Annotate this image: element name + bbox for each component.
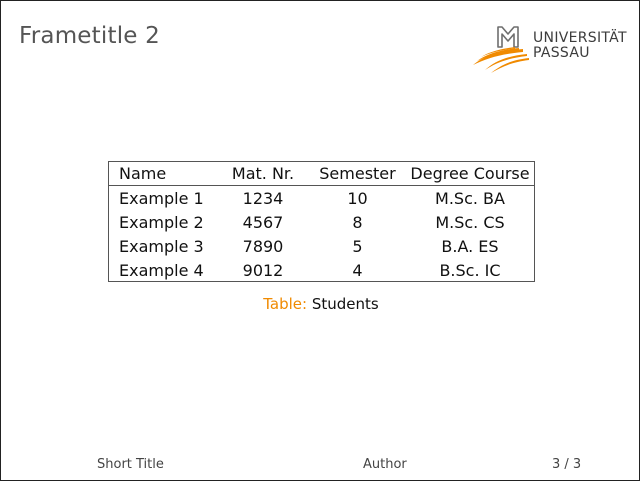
frame-title: Frametitle 2 (19, 23, 160, 49)
university-logo: UNIVERSITÄT PASSAU (471, 21, 631, 73)
cell-mat-nr: 9012 (242, 260, 284, 280)
cell-degree-course: M.Sc. BA (435, 188, 505, 208)
cell-semester: 4 (352, 260, 363, 280)
students-table: Name Mat. Nr. Semester Degree Course Exa… (109, 162, 534, 282)
cell-name: Example 4 (119, 260, 204, 280)
cell-semester: 5 (352, 236, 363, 256)
table-row: Example 2 4567 8 M.Sc. CS (109, 210, 534, 234)
header-name: Name (119, 164, 167, 183)
cell-semester: 10 (347, 188, 368, 208)
cell-degree-course: M.Sc. CS (435, 212, 505, 232)
cell-name: Example 1 (119, 188, 204, 208)
cell-name: Example 3 (119, 236, 204, 256)
logo-line-2: PASSAU (533, 45, 590, 61)
caption-text: Students (311, 295, 379, 313)
table-row: Example 4 9012 4 B.Sc. IC (109, 258, 534, 282)
table-header-row: Name Mat. Nr. Semester Degree Course (109, 162, 534, 186)
passau-logo-icon (473, 26, 529, 73)
cell-degree-course: B.A. ES (441, 236, 499, 256)
table-row: Example 3 7890 5 B.A. ES (109, 234, 534, 258)
logo-line-1: UNIVERSITÄT (533, 30, 627, 46)
cell-mat-nr: 1234 (242, 188, 284, 208)
cell-degree-course: B.Sc. IC (439, 260, 501, 280)
footer-page-number: 3 / 3 (552, 457, 582, 472)
header-degree-course: Degree Course (410, 164, 530, 183)
header-mat-nr: Mat. Nr. (231, 164, 295, 183)
cell-name: Example 2 (119, 212, 204, 232)
table-caption: Table: Students (1, 295, 640, 313)
logo-wordmark: UNIVERSITÄT PASSAU (533, 31, 627, 61)
header-semester: Semester (319, 164, 396, 183)
students-table-box: Name Mat. Nr. Semester Degree Course Exa… (108, 161, 535, 282)
cell-semester: 8 (352, 212, 363, 232)
slide: Frametitle 2 UNIVERSITÄT PASSAU Name Mat… (0, 0, 640, 481)
cell-mat-nr: 4567 (242, 212, 284, 232)
caption-label: Table: (263, 295, 308, 313)
cell-mat-nr: 7890 (242, 236, 284, 256)
footer-short-title: Short Title (97, 457, 164, 472)
table-row: Example 1 1234 10 M.Sc. BA (109, 186, 534, 211)
footer-author: Author (363, 457, 407, 472)
